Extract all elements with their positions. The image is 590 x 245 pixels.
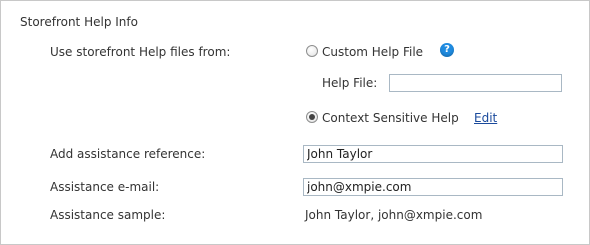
assistance-sample-value: John Taylor, john@xmpie.com bbox=[305, 208, 483, 222]
custom-help-radio[interactable] bbox=[306, 45, 318, 57]
help-icon[interactable]: ? bbox=[440, 43, 454, 57]
assistance-reference-label: Add assistance reference: bbox=[50, 147, 206, 161]
custom-help-option-label[interactable]: Custom Help File bbox=[322, 45, 423, 59]
help-source-label: Use storefront Help files from: bbox=[50, 45, 231, 59]
assistance-email-label: Assistance e-mail: bbox=[50, 180, 160, 194]
assistance-email-input[interactable] bbox=[303, 178, 563, 196]
panel-title: Storefront Help Info bbox=[20, 15, 138, 29]
edit-link[interactable]: Edit bbox=[474, 111, 497, 125]
context-help-radio[interactable] bbox=[306, 111, 318, 123]
context-help-option-label[interactable]: Context Sensitive Help bbox=[322, 111, 459, 125]
assistance-sample-label: Assistance sample: bbox=[50, 208, 166, 222]
storefront-help-panel: Storefront Help Info Use storefront Help… bbox=[0, 0, 590, 245]
help-file-label: Help File: bbox=[322, 76, 378, 90]
assistance-reference-input[interactable] bbox=[303, 145, 563, 163]
help-file-input[interactable] bbox=[389, 74, 562, 92]
